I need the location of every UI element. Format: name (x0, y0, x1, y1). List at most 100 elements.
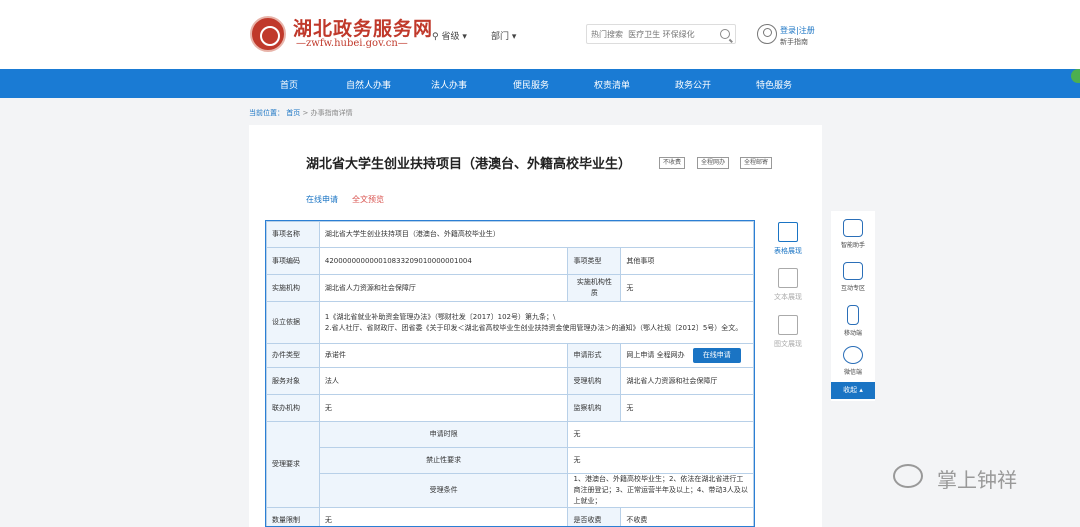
page-title: 湖北省大学生创业扶持项目（港澳台、外籍高校毕业生） (306, 157, 632, 172)
robot-icon (843, 219, 863, 237)
helper-label: 互动专区 (840, 285, 865, 292)
view-mode-image-text[interactable]: 图文展现 (768, 315, 808, 349)
cell-label: 办件类型 (266, 343, 320, 368)
cell-value: 不收费 (620, 507, 754, 527)
online-apply-link[interactable]: 在线申请 (306, 194, 338, 205)
side-toggle-tab[interactable] (1071, 69, 1080, 83)
region-selector[interactable]: ⚲ 省级 ▾ (432, 29, 467, 42)
cell-value: 法人 (318, 367, 569, 395)
helper-label: 微信端 (843, 369, 862, 376)
view-mode-label: 文本展现 (774, 293, 802, 301)
helper-label: 移动端 (843, 330, 862, 337)
cell-label: 实施机构 (266, 274, 320, 302)
user-avatar-icon[interactable] (757, 24, 777, 44)
watermark: 掌上钟祥 (893, 460, 1063, 500)
nav-item-rights-list[interactable]: 权责清单 (594, 78, 630, 91)
table-row: 设立依据 1《湖北省就业补助资金管理办法》（鄂财社发〔2017〕102号）第九条… (266, 301, 755, 344)
online-apply-button[interactable]: 在线申请 (692, 348, 741, 363)
cell-value: 湖北省大学生创业扶持项目（港澳台、外籍高校毕业生） (318, 221, 755, 248)
cell-label: 事项编码 (266, 247, 320, 275)
cell-value: 无 (620, 394, 754, 422)
department-selector[interactable]: 部门 ▾ (491, 29, 516, 42)
department-label: 部门 (491, 32, 510, 42)
helper-label: 智能助手 (840, 242, 865, 249)
basis-line-1: 1《湖北省就业补助资金管理办法》（鄂财社发〔2017〕102号）第九条；\ (324, 312, 556, 321)
nav-item-legal-person[interactable]: 法人办事 (431, 78, 467, 91)
cell-label: 数量限制 (266, 507, 320, 527)
breadcrumb-separator: > (302, 109, 309, 117)
table-row: 实施机构 湖北省人力资源和社会保障厅 实施机构性质 无 (266, 274, 754, 302)
site-title[interactable]: 湖北政务服务网 (293, 14, 433, 41)
cell-value: 无 (318, 507, 569, 527)
watermark-text: 掌上钟祥 (937, 468, 1017, 492)
region-label: 省级 (441, 32, 460, 42)
cell-label: 受理条件 (318, 473, 569, 508)
cell-label: 联办机构 (266, 394, 320, 422)
helper-item-mobile[interactable]: 移动端 (831, 305, 875, 337)
image-text-view-icon (778, 315, 798, 335)
cell-value: 无 (567, 421, 754, 448)
cell-value: 湖北省人力资源和社会保障厅 (318, 274, 569, 302)
table-row: 受理条件 1、港澳台、外籍高校毕业生；2、依法在湖北省进行工商注册登记；3、正常… (267, 473, 754, 508)
basis-line-2: 2.省人社厅、省财政厅、团省委《关于印发＜湖北省高校毕业生创业扶持资金使用管理办… (324, 323, 743, 332)
cell-label: 服务对象 (266, 367, 320, 395)
collapse-button[interactable]: 收起 ▴ (831, 382, 875, 399)
cell-label: 申请形式 (567, 343, 622, 368)
view-mode-table[interactable]: 表格展现 (768, 222, 808, 256)
nav-item-personal[interactable]: 自然人办事 (346, 78, 391, 91)
nav-item-convenience[interactable]: 便民服务 (513, 78, 549, 91)
guide-table: 事项名称 湖北省大学生创业扶持项目（港澳台、外籍高校毕业生） 事项编码 4200… (266, 221, 755, 527)
full-preview-link[interactable]: 全文预览 (352, 194, 384, 205)
site-url: —zwfw.hubei.gov.cn— (296, 38, 408, 49)
cell-value: 无 (620, 274, 754, 302)
cell-value: 无 (318, 394, 569, 422)
table-row: 数量限制 无 是否收费 不收费 (266, 507, 754, 527)
cell-value: 无 (567, 447, 754, 474)
table-row: 受理要求 申请时限 无 (266, 421, 754, 508)
main-nav: 首页 自然人办事 法人办事 便民服务 权责清单 政务公开 特色服务 (0, 69, 1080, 98)
cell-label: 是否收费 (567, 507, 622, 527)
apply-form-value: 网上申请 全程网办 (626, 351, 685, 359)
cell-label: 实施机构性质 (567, 274, 622, 302)
site-logo-icon[interactable] (250, 16, 286, 52)
mobile-icon (847, 305, 859, 325)
table-view-icon (778, 222, 798, 242)
cell-label: 监察机构 (567, 394, 622, 422)
helper-item-wechat[interactable]: 微信端 (831, 346, 875, 376)
cell-label: 申请时限 (318, 421, 569, 448)
search-input[interactable] (591, 28, 716, 41)
nav-item-gov-affairs[interactable]: 政务公开 (675, 78, 711, 91)
wechat-icon (843, 346, 863, 364)
nav-item-home[interactable]: 首页 (280, 78, 298, 91)
search-box (586, 24, 736, 44)
table-row: 禁止性要求 无 (267, 447, 754, 474)
login-register-link[interactable]: 登录|注册 (780, 25, 815, 36)
cell-label: 事项类型 (567, 247, 622, 275)
table-row: 事项名称 湖北省大学生创业扶持项目（港澳台、外籍高校毕业生） (266, 221, 755, 248)
breadcrumb-home[interactable]: 首页 (286, 109, 300, 117)
helper-item-interaction[interactable]: 互动专区 (831, 262, 875, 292)
site-header: 湖北政务服务网 —zwfw.hubei.gov.cn— ⚲ 省级 ▾ 部门 ▾ … (0, 0, 1080, 69)
cell-value: 网上申请 全程网办 在线申请 (620, 343, 754, 368)
cell-label: 受理要求 (266, 421, 320, 508)
breadcrumb: 当前位置： 首页 > 办事指南详情 (249, 108, 353, 118)
tag-no-fee: 不收费 (659, 157, 686, 169)
newbie-guide-link[interactable]: 新手指南 (780, 37, 808, 47)
cell-label: 设立依据 (266, 301, 320, 344)
nav-item-featured[interactable]: 特色服务 (756, 78, 792, 91)
breadcrumb-label: 当前位置： (249, 109, 284, 117)
wechat-watermark-icon (893, 464, 923, 488)
view-mode-label: 图文展现 (774, 340, 802, 348)
cell-label: 事项名称 (266, 221, 320, 248)
tag-full-online: 全程网办 (697, 157, 730, 169)
search-icon[interactable] (720, 29, 730, 39)
chevron-down-icon: ▾ (462, 32, 467, 42)
table-row: 办件类型 承诺件 申请形式 网上申请 全程网办 在线申请 (266, 343, 754, 368)
helper-item-assistant[interactable]: 智能助手 (831, 219, 875, 249)
tag-full-mail: 全程邮寄 (740, 157, 773, 169)
location-pin-icon: ⚲ (432, 32, 439, 42)
chat-icon (843, 262, 863, 280)
view-mode-text[interactable]: 文本展现 (768, 268, 808, 302)
cell-label: 受理机构 (567, 367, 622, 395)
cell-label: 禁止性要求 (318, 447, 569, 474)
